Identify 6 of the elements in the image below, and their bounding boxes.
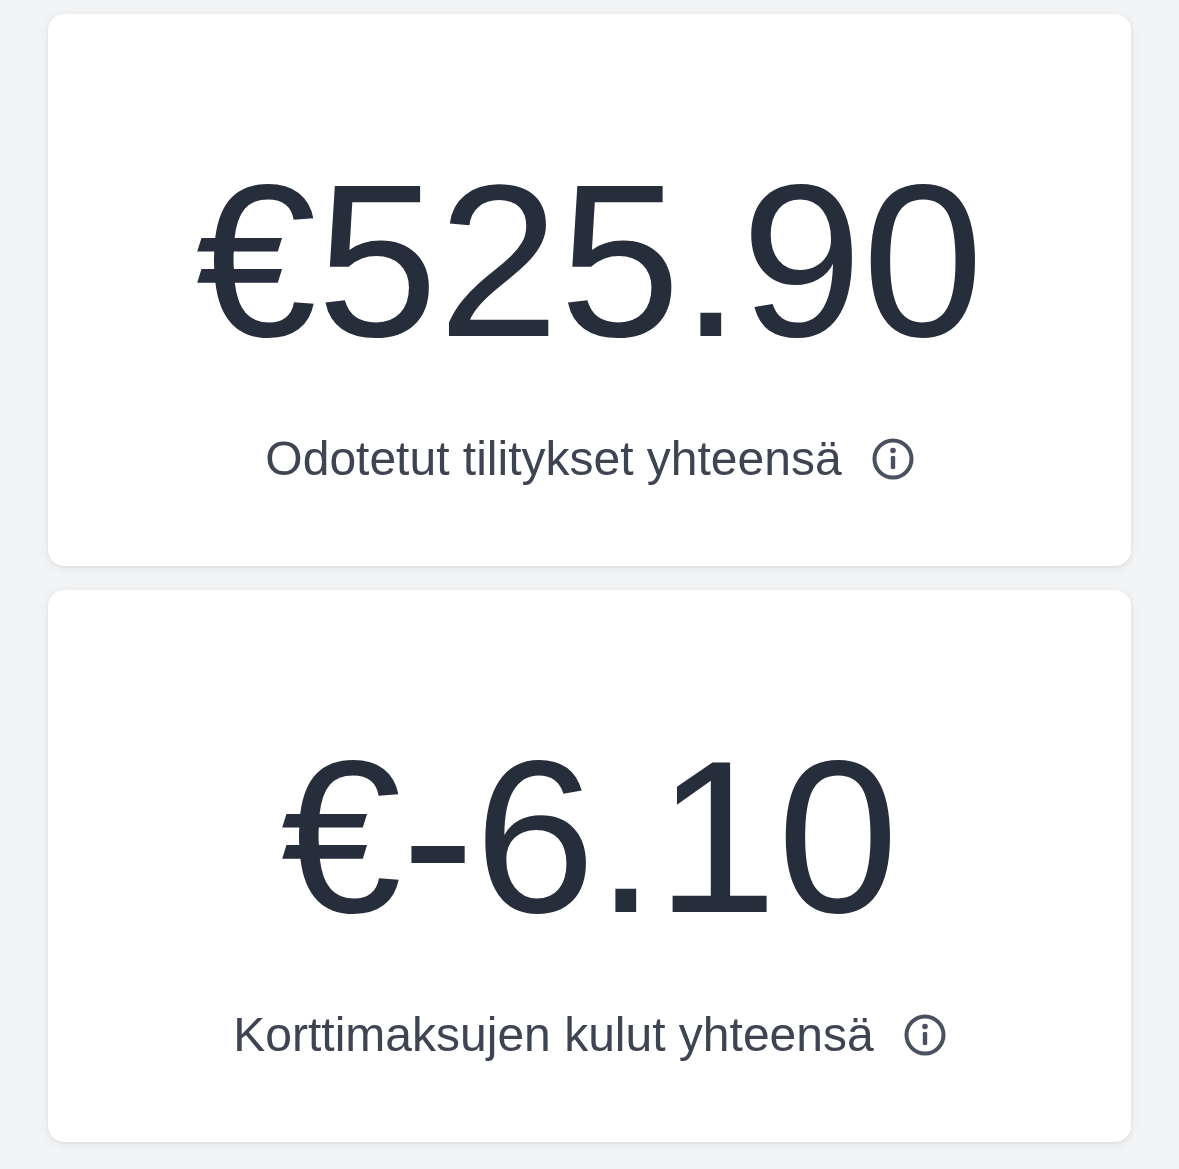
- amount-value: €-6.10: [280, 728, 899, 946]
- summary-label: Korttimaksujen kulut yhteensä: [233, 1007, 874, 1063]
- info-icon[interactable]: [871, 437, 914, 480]
- info-icon[interactable]: [903, 1013, 946, 1056]
- summary-label: Odotetut tilitykset yhteensä: [265, 431, 842, 487]
- amount-value: €525.90: [195, 152, 984, 370]
